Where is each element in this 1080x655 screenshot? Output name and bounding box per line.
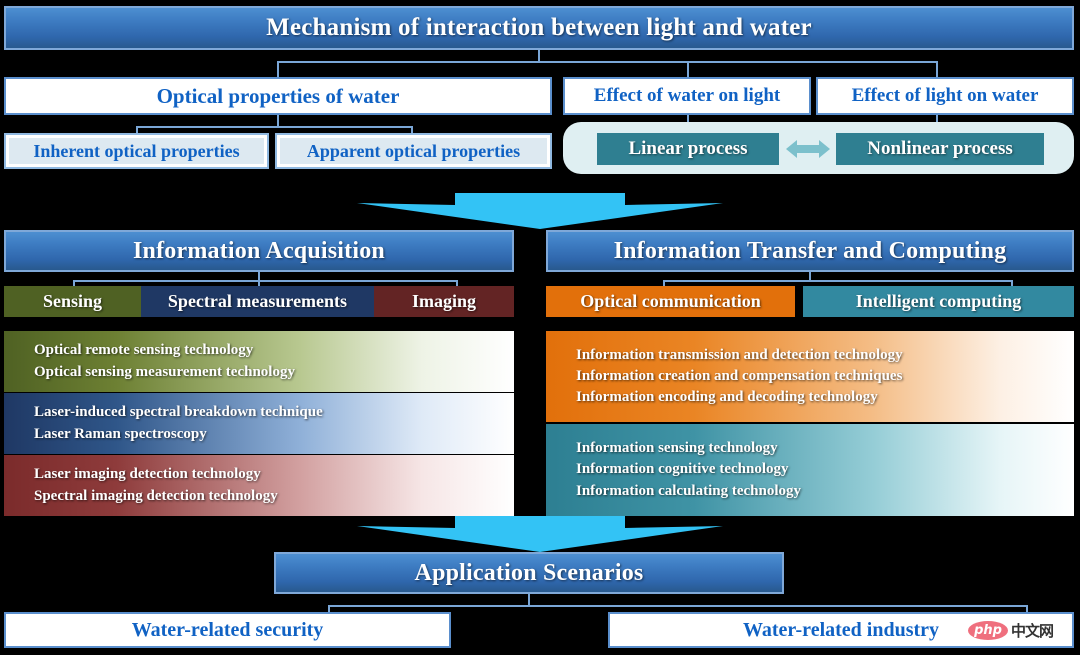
category-sensing[interactable]: Sensing	[4, 286, 141, 317]
category-imaging[interactable]: Imaging	[374, 286, 514, 317]
panel-spectral-items: Laser-induced spectral breakdown techniq…	[4, 393, 514, 454]
connector-level2-bus	[277, 61, 938, 63]
panel-item: Information cognitive technology	[576, 461, 789, 478]
category-label: Intelligent computing	[855, 291, 1022, 311]
node-apparent-optical-properties[interactable]: Apparent optical properties	[275, 133, 552, 169]
node-label: Application Scenarios	[414, 559, 644, 586]
panel-item: Laser imaging detection technology	[34, 466, 261, 483]
node-label: Inherent optical properties	[9, 138, 264, 164]
node-label: Apparent optical properties	[280, 138, 547, 164]
root-title-box: Mechanism of interaction between light a…	[4, 6, 1074, 50]
panel-item: Spectral imaging detection technology	[34, 487, 278, 504]
node-label: Effect of light on water	[851, 85, 1039, 106]
category-label: Sensing	[42, 291, 103, 311]
category-label: Imaging	[411, 291, 476, 311]
node-label: Optical properties of water	[156, 83, 400, 108]
panel-item: Laser-induced spectral breakdown techniq…	[34, 404, 323, 421]
node-nonlinear-process[interactable]: Nonlinear process	[836, 133, 1044, 165]
column-title-information-acquisition: Information Acquisition	[4, 230, 514, 272]
category-spectral-measurements[interactable]: Spectral measurements	[141, 286, 374, 317]
node-label: Water-related security	[131, 618, 324, 641]
panel-optical-communication-items: Information transmission and detection t…	[546, 331, 1074, 422]
down-arrow-icon-bottom	[357, 516, 723, 552]
node-effect-of-light-on-water[interactable]: Effect of light on water	[816, 77, 1074, 115]
node-water-related-security[interactable]: Water-related security	[4, 612, 451, 648]
panel-item: Information transmission and detection t…	[576, 346, 903, 363]
column-title-text: Information Transfer and Computing	[613, 237, 1007, 264]
category-intelligent-computing[interactable]: Intelligent computing	[803, 286, 1074, 317]
node-optical-properties-of-water[interactable]: Optical properties of water	[4, 77, 552, 115]
connector-drop-optical	[277, 61, 279, 77]
column-title-information-transfer-and-computing: Information Transfer and Computing	[546, 230, 1074, 272]
double-arrow-icon	[786, 140, 830, 158]
panel-item: Information encoding and decoding techno…	[576, 389, 878, 406]
column-title-text: Information Acquisition	[133, 237, 385, 264]
node-application-scenarios: Application Scenarios	[274, 552, 784, 594]
connector-app-bus	[328, 605, 1028, 607]
node-label: Effect of water on light	[593, 85, 781, 106]
node-label: Linear process	[628, 138, 748, 159]
panel-item: Optical remote sensing technology	[34, 342, 254, 359]
connector-optical-bus	[136, 126, 413, 128]
diagram-canvas: Mechanism of interaction between light a…	[0, 0, 1080, 655]
panel-item: Information calculating technology	[576, 482, 801, 499]
panel-imaging-items: Laser imaging detection technology Spect…	[4, 455, 514, 516]
down-arrow-icon-top	[357, 193, 723, 229]
category-label: Optical communication	[580, 291, 761, 311]
node-effect-of-water-on-light[interactable]: Effect of water on light	[563, 77, 811, 115]
node-label: Water-related industry	[742, 618, 940, 641]
panel-item: Information creation and compensation te…	[576, 367, 903, 384]
node-inherent-optical-properties[interactable]: Inherent optical properties	[4, 133, 269, 169]
php-logo-icon: php	[968, 621, 1008, 640]
watermark-site-label: 中文网	[1011, 622, 1054, 640]
panel-intelligent-computing-items: Information sensing technology Informati…	[546, 424, 1074, 516]
root-title-text: Mechanism of interaction between light a…	[266, 14, 812, 41]
watermark: php 中文网	[968, 620, 1054, 641]
node-label: Nonlinear process	[867, 138, 1013, 159]
panel-item: Information sensing technology	[576, 440, 778, 457]
category-label: Spectral measurements	[167, 291, 348, 311]
connector-col1-bus	[73, 280, 458, 282]
connector-drop-water-on-light	[687, 61, 689, 77]
panel-item: Laser Raman spectroscopy	[34, 425, 207, 442]
panel-sensing-items: Optical remote sensing technology Optica…	[4, 331, 514, 392]
node-linear-process[interactable]: Linear process	[597, 133, 779, 165]
connector-col2-bus	[663, 280, 1013, 282]
category-optical-communication[interactable]: Optical communication	[546, 286, 795, 317]
connector-drop-light-on-water	[936, 61, 938, 77]
panel-item: Optical sensing measurement technology	[34, 363, 295, 380]
